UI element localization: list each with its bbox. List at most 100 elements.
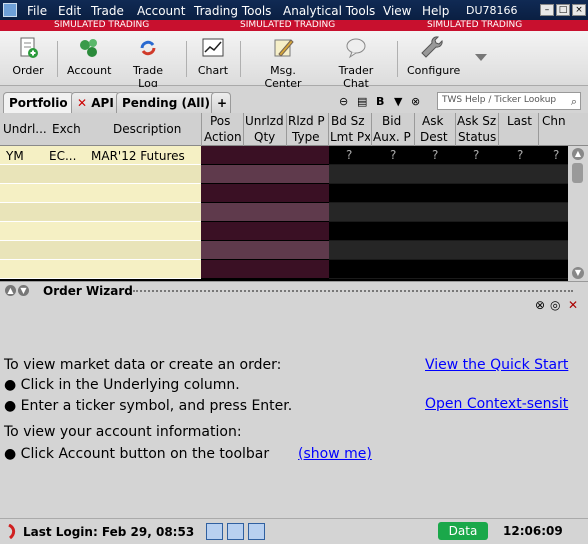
col-ask-size[interactable]: Ask Sz (457, 114, 498, 128)
cell-description[interactable]: MAR'12 Futures (91, 149, 185, 163)
link-icon[interactable]: ⊗ (535, 298, 545, 312)
bold-icon[interactable]: B (376, 95, 388, 108)
toolbar-more-icon[interactable] (475, 54, 487, 61)
table-row[interactable] (0, 203, 201, 222)
table-row[interactable] (201, 260, 329, 279)
col-limit-price[interactable]: Lmt Px (330, 130, 370, 144)
data-status-badge[interactable]: Data (438, 522, 488, 540)
msg-center-button[interactable]: Msg. Center (251, 36, 315, 90)
splitter-handle[interactable] (133, 290, 573, 292)
cell-bid[interactable]: ? (390, 148, 396, 162)
link-icon[interactable]: ⊗ (411, 95, 423, 108)
menu-edit[interactable]: Edit (58, 4, 81, 18)
tab-portfolio[interactable]: Portfolio (3, 92, 74, 113)
table-row[interactable] (0, 184, 201, 203)
col-last[interactable]: Last (507, 114, 532, 128)
trader-chat-button[interactable]: Trader Chat (327, 36, 385, 90)
menu-file[interactable]: File (27, 4, 47, 18)
trade-log-button[interactable]: Trade Log (124, 36, 172, 90)
col-qty[interactable]: Qty (254, 130, 275, 144)
filter-icon[interactable]: ▼ (394, 95, 406, 108)
cell-last[interactable]: ? (517, 148, 523, 162)
table-row[interactable] (0, 260, 201, 279)
layout-icon[interactable]: ▤ (357, 95, 369, 108)
col-status[interactable]: Status (458, 130, 496, 144)
menu-trading-tools[interactable]: Trading Tools (194, 4, 271, 18)
chart-label: Chart (197, 64, 229, 77)
search-icon[interactable]: ⌕ (571, 95, 577, 109)
col-ask[interactable]: Ask (422, 114, 443, 128)
cell-ask-size[interactable]: ? (473, 148, 479, 162)
vertical-scrollbar[interactable]: ▲ ▼ (568, 146, 588, 281)
col-description[interactable]: Description (113, 122, 181, 136)
tab-pending-all[interactable]: Pending (All) (116, 92, 216, 113)
table-row[interactable] (201, 184, 329, 203)
col-action[interactable]: Action (204, 130, 242, 144)
table-row[interactable] (201, 222, 329, 241)
minimize-icon[interactable]: – (540, 4, 554, 16)
table-row[interactable] (329, 203, 568, 222)
chart-button[interactable]: Chart (196, 36, 230, 77)
table-row[interactable] (329, 260, 568, 279)
col-bid-size[interactable]: Bd Sz (331, 114, 365, 128)
layout-grid-icon[interactable] (227, 523, 244, 540)
window-layout-icon[interactable] (206, 523, 223, 540)
table-row[interactable] (201, 146, 329, 165)
tab-api[interactable]: ✕ API (71, 92, 120, 113)
table-row[interactable] (0, 165, 201, 184)
help-icon[interactable]: ◎ (550, 298, 560, 312)
menu-help[interactable]: Help (422, 4, 449, 18)
col-change[interactable]: Chn (542, 114, 566, 128)
table-row[interactable]: ? ? ? ? ? ? (329, 146, 568, 165)
context-help-link[interactable]: Open Context-sensit (425, 396, 568, 412)
table-row[interactable] (329, 165, 568, 184)
col-underlying[interactable]: Undrl... (3, 122, 47, 136)
table-row[interactable] (201, 165, 329, 184)
cell-exchange[interactable]: EC... (49, 149, 76, 163)
cell-underlying[interactable]: YM (6, 149, 24, 163)
col-realized[interactable]: Rlzd P (288, 114, 325, 128)
app-icon[interactable] (3, 3, 17, 17)
col-destination[interactable]: Dest (420, 130, 448, 144)
table-row[interactable] (329, 241, 568, 260)
col-unrealized[interactable]: Unrlzd (245, 114, 284, 128)
col-aux-price[interactable]: Aux. P (373, 130, 411, 144)
close-icon[interactable]: × (572, 4, 586, 16)
col-exchange[interactable]: Exch (52, 122, 81, 136)
configure-button[interactable]: Configure (407, 36, 460, 77)
close-icon[interactable]: ✕ (568, 298, 578, 312)
account-button[interactable]: Account (67, 36, 111, 77)
table-row[interactable] (0, 222, 201, 241)
account-icon (80, 39, 97, 57)
table-row[interactable] (201, 241, 329, 260)
scroll-thumb[interactable] (572, 163, 583, 183)
table-row[interactable]: YM EC... MAR'12 Futures (0, 146, 201, 165)
order-button[interactable]: Order (10, 36, 46, 77)
menu-account[interactable]: Account (137, 4, 185, 18)
col-type[interactable]: Type (292, 130, 320, 144)
table-row[interactable] (329, 184, 568, 203)
menu-trade[interactable]: Trade (91, 4, 124, 18)
collapse-up-icon[interactable]: ▲ (5, 285, 16, 296)
menu-view[interactable]: View (383, 4, 411, 18)
col-position[interactable]: Pos (210, 114, 230, 128)
cell-change[interactable]: ? (553, 148, 559, 162)
scroll-up-icon[interactable]: ▲ (572, 148, 584, 160)
table-row[interactable] (201, 203, 329, 222)
quick-start-link[interactable]: View the Quick Start (425, 357, 568, 373)
maximize-icon[interactable]: □ (556, 4, 570, 16)
cell-bid-size[interactable]: ? (346, 148, 352, 162)
menu-analytical-tools[interactable]: Analytical Tools (283, 4, 375, 18)
add-tab-button[interactable]: + (211, 92, 231, 113)
close-icon[interactable]: ✕ (77, 96, 87, 110)
table-row[interactable] (329, 222, 568, 241)
mosaic-icon[interactable] (248, 523, 265, 540)
collapse-icon[interactable]: ⊖ (339, 95, 351, 108)
scroll-down-icon[interactable]: ▼ (572, 267, 584, 279)
col-bid[interactable]: Bid (382, 114, 401, 128)
show-me-link[interactable]: (show me) (298, 446, 372, 462)
expand-down-icon[interactable]: ▼ (18, 285, 29, 296)
cell-ask[interactable]: ? (432, 148, 438, 162)
table-row[interactable] (0, 241, 201, 260)
ticker-lookup-input[interactable]: TWS Help / Ticker Lookup ⌕ (437, 92, 581, 110)
